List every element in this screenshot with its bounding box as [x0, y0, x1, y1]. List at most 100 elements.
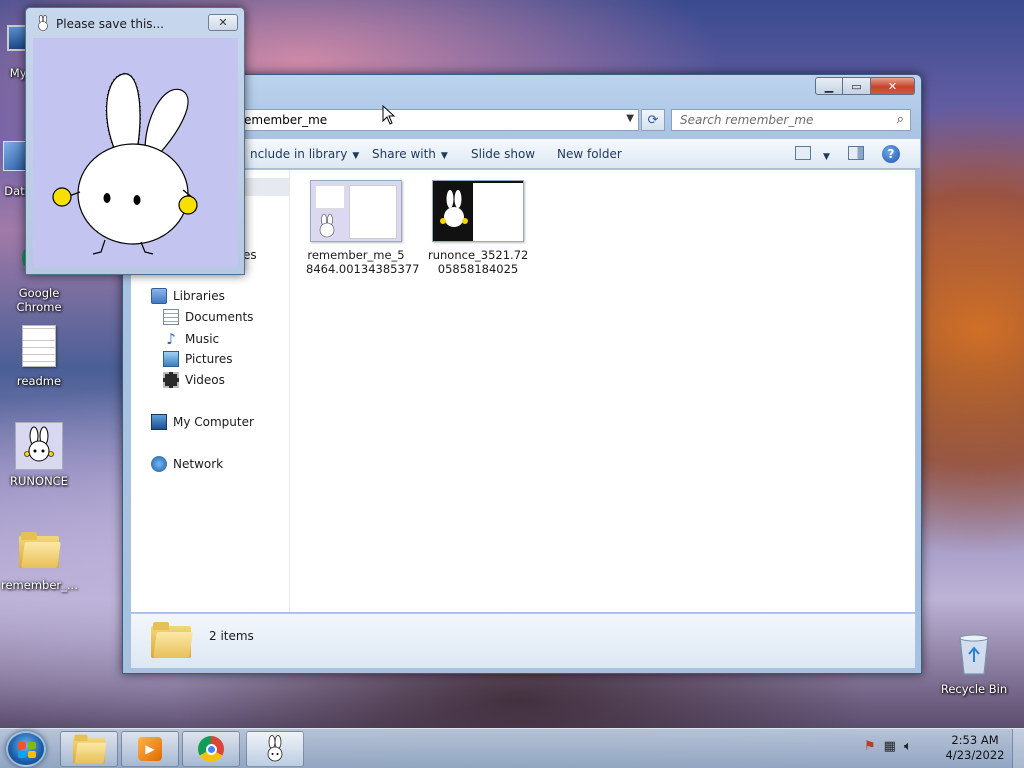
file-item[interactable]: remember_me_5 8464.00134385377 [306, 180, 420, 276]
nav-item-libraries[interactable]: Libraries [151, 288, 225, 304]
close-icon: ✕ [887, 79, 898, 93]
search-input[interactable]: Search remember_me ⌕ [671, 109, 911, 131]
please-save-popup[interactable]: Please save this... ✕ [25, 7, 245, 275]
include-in-library-button[interactable]: nclude in library ▼ [250, 147, 359, 161]
minimize-icon: ▁ [824, 79, 834, 93]
file-name-line: remember_me_5 [307, 248, 405, 262]
address-path: emember_me [244, 113, 328, 127]
windows-logo-icon [18, 742, 36, 758]
clock[interactable]: 2:53 AM 4/23/2022 [940, 733, 1010, 763]
close-button[interactable]: ✕ [871, 77, 915, 95]
nav-item-label: Network [173, 457, 224, 471]
file-name-line: 05858184025 [437, 262, 519, 276]
desktop-icon-remember-folder[interactable]: remember_... [1, 526, 78, 592]
image-thumbnail [310, 180, 402, 242]
documents-icon [163, 309, 179, 325]
maximize-button[interactable]: ▭ [843, 77, 871, 95]
item-count: 2 items [209, 629, 254, 643]
nav-item-my-computer[interactable]: My Computer [151, 414, 254, 430]
media-player-icon: ▶ [138, 737, 162, 761]
clock-time: 2:53 AM [951, 733, 999, 747]
libraries-icon [151, 288, 167, 304]
system-tray: ⚑ ▦ 🔈︎ [864, 739, 912, 754]
help-button[interactable]: ? [882, 145, 900, 163]
chevron-down-icon: ▼ [440, 151, 448, 161]
chevron-down-icon[interactable]: ▼ [626, 113, 634, 124]
desktop-icon-label: Google Chrome [16, 286, 62, 314]
nav-item-label: Videos [185, 373, 225, 387]
nav-item-documents[interactable]: Documents [163, 309, 253, 325]
help-icon: ? [887, 147, 895, 161]
nav-item-label: Documents [185, 310, 254, 324]
folder-icon [15, 526, 63, 574]
bunny-icon [35, 14, 51, 34]
file-item[interactable]: runonce_3521.72 05858184025 [428, 180, 528, 276]
volume-icon[interactable]: 🔈︎ [904, 739, 912, 754]
clock-date: 4/23/2022 [945, 748, 1005, 762]
show-desktop-button[interactable] [1012, 729, 1024, 768]
taskbar-chrome-button[interactable] [182, 731, 240, 767]
chevron-down-icon: ▼ [823, 152, 830, 162]
popup-close-button[interactable]: ✕ [208, 14, 238, 31]
share-with-button[interactable]: Share with ▼ [372, 147, 448, 161]
nav-item-label: Pictures [185, 352, 233, 366]
maximize-icon: ▭ [851, 79, 862, 93]
refresh-icon: ⟳ [647, 112, 659, 128]
mouse-cursor-icon [382, 104, 396, 128]
taskbar-runonce-button[interactable] [246, 731, 304, 767]
computer-icon [151, 414, 167, 430]
search-placeholder: Search remember_me [680, 113, 814, 127]
desktop-icon-recycle-bin[interactable]: Recycle Bin [936, 630, 1012, 696]
taskbar-explorer-button[interactable] [60, 731, 118, 767]
bunny-icon [267, 735, 283, 762]
nav-item-label: My Computer [173, 415, 254, 429]
nav-item-network[interactable]: Network [151, 456, 223, 472]
nav-item-pictures[interactable]: Pictures [163, 351, 233, 367]
popup-title: Please save this... [56, 17, 164, 31]
chevron-down-icon: ▼ [352, 151, 360, 161]
preview-pane-icon[interactable] [848, 146, 864, 160]
new-folder-label: New folder [557, 147, 622, 161]
file-name-line: 8464.00134385377 [306, 262, 420, 276]
change-view-icon[interactable] [795, 146, 811, 160]
nav-item-videos[interactable]: Videos [163, 372, 225, 388]
folder-icon [73, 734, 107, 764]
videos-icon [163, 372, 179, 388]
include-in-library-label: nclude in library [250, 147, 348, 161]
nav-item-music[interactable]: ♪ Music [163, 330, 219, 348]
slide-show-label: Slide show [471, 147, 536, 161]
slide-show-button[interactable]: Slide show [471, 147, 535, 161]
file-name-line: runonce_3521.72 [428, 248, 529, 262]
image-thumbnail [432, 180, 524, 242]
search-icon[interactable]: ⌕ [897, 112, 904, 127]
action-center-icon[interactable]: ⚑ [864, 739, 876, 754]
bunny-icon [15, 422, 63, 470]
desktop-icon-readme[interactable]: readme [1, 322, 77, 388]
minimize-button[interactable]: ▁ [815, 77, 843, 95]
music-icon: ♪ [166, 330, 176, 348]
desktop-icon-runonce[interactable]: RUNONCE [1, 422, 77, 488]
folder-icon [151, 622, 193, 658]
network-icon [151, 456, 167, 472]
new-folder-button[interactable]: New folder [557, 147, 622, 161]
desktop-icon-label: RUNONCE [10, 474, 68, 488]
bunny-image [33, 38, 238, 268]
chrome-icon [198, 736, 224, 762]
nav-item-partial[interactable]: es [243, 248, 257, 262]
nav-item-label: Libraries [173, 289, 225, 303]
desktop-icon-label: Recycle Bin [940, 682, 1008, 696]
nav-partial-label: es [243, 248, 257, 262]
view-options-button[interactable]: ▼ [818, 148, 830, 162]
desktop-icon-label: readme [16, 374, 62, 388]
recycle-bin-icon [950, 630, 998, 678]
nav-selected-item[interactable] [241, 178, 289, 196]
details-pane: 2 items [131, 613, 915, 668]
start-button[interactable] [6, 731, 46, 767]
share-with-label: Share with [372, 147, 436, 161]
refresh-button[interactable]: ⟳ [641, 109, 665, 131]
file-list: remember_me_5 8464.00134385377 runonce_3… [290, 170, 915, 612]
network-status-icon[interactable]: ▦ [884, 739, 896, 754]
window-controls: ▁ ▭ ✕ [815, 77, 915, 95]
taskbar-media-player-button[interactable]: ▶ [121, 731, 179, 767]
close-icon: ✕ [218, 16, 228, 29]
